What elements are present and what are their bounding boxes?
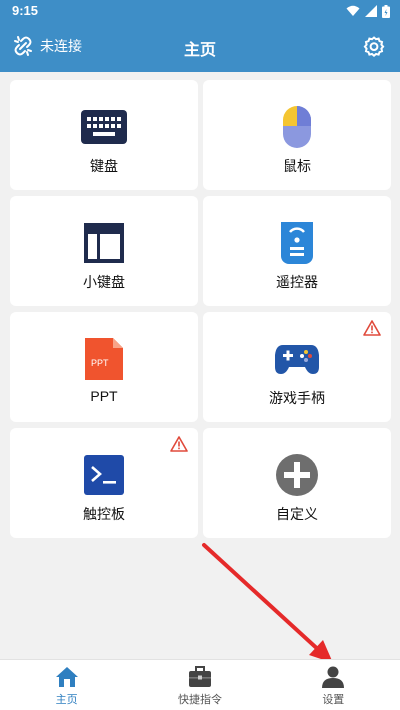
tile-label: 鼠标 <box>283 158 311 174</box>
terminal-icon <box>84 455 124 495</box>
tile-ppt[interactable]: PPT PPT <box>10 312 198 422</box>
tile-keyboard[interactable]: 键盘 <box>10 80 198 190</box>
nav-shortcuts[interactable]: 快捷指令 <box>133 660 266 710</box>
status-time: 9:15 <box>12 3 39 18</box>
numpad-icon <box>84 223 124 263</box>
gear-icon[interactable] <box>362 35 386 59</box>
person-icon <box>322 666 345 688</box>
ppt-icon-text: PPT <box>91 358 109 368</box>
tile-mouse[interactable]: 鼠标 <box>203 80 391 190</box>
status-icons <box>346 3 390 19</box>
mouse-icon <box>283 106 311 148</box>
tile-label: 遥控器 <box>276 274 318 290</box>
tile-numpad[interactable]: 小键盘 <box>10 196 198 306</box>
keyboard-icon <box>81 110 127 144</box>
ppt-file-icon: PPT <box>85 338 123 380</box>
nav-home[interactable]: 主页 <box>0 660 133 710</box>
nav-label: 快捷指令 <box>177 694 222 706</box>
plus-circle-icon <box>276 454 318 496</box>
tile-custom[interactable]: 自定义 <box>203 428 391 538</box>
tile-gamepad[interactable]: 游戏手柄 <box>203 312 391 422</box>
wifi-icon <box>346 5 360 16</box>
tile-label: PPT <box>90 388 118 404</box>
warning-icon[interactable] <box>170 436 188 452</box>
remote-control-icon <box>281 222 313 264</box>
tile-remote-control[interactable]: 遥控器 <box>203 196 391 306</box>
signal-icon <box>365 5 377 17</box>
tile-label: 游戏手柄 <box>269 390 325 406</box>
toolbox-icon <box>188 666 211 687</box>
gamepad-icon <box>275 345 319 374</box>
tile-touchpad[interactable]: 触控板 <box>10 428 198 538</box>
bottom-nav: 主页 快捷指令 设置 <box>0 659 400 710</box>
tile-label: 小键盘 <box>83 274 125 290</box>
nav-settings[interactable]: 设置 <box>267 660 400 710</box>
nav-label: 设置 <box>322 694 345 706</box>
function-grid: 键盘 鼠标 小键盘 遥控器 PPT PPT 游戏手柄 触控板 自定义 <box>10 80 391 538</box>
tile-label: 自定义 <box>276 506 318 522</box>
home-icon <box>55 667 78 687</box>
warning-icon[interactable] <box>363 320 381 336</box>
page-title: 主页 <box>183 42 216 59</box>
tile-label: 键盘 <box>90 158 118 174</box>
status-bar: 9:15 <box>0 0 400 22</box>
nav-label: 主页 <box>55 694 78 706</box>
app-bar: 未连接 主页 <box>0 22 400 72</box>
tile-label: 触控板 <box>83 506 125 522</box>
battery-icon <box>382 4 390 18</box>
